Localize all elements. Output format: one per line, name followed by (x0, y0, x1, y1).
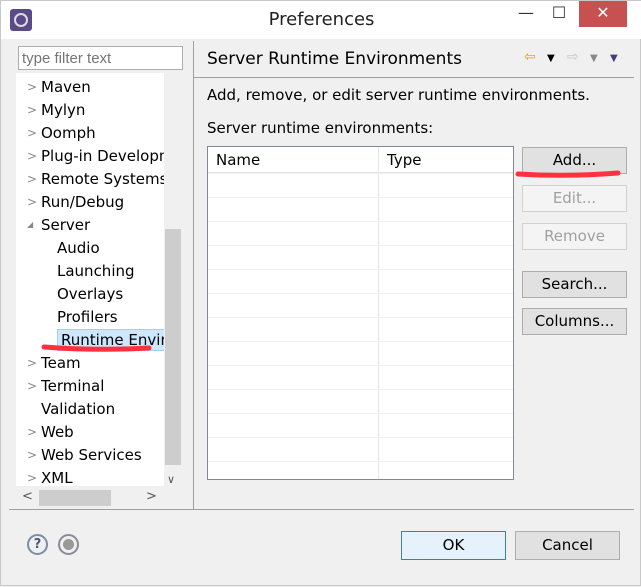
annotation-overlay (41, 170, 621, 352)
red-underline-add (515, 170, 621, 178)
red-underline-runtime (41, 344, 152, 352)
preferences-window: Preferences — ☐ ✕ >Maven>Mylyn>Oomph>Plu… (0, 0, 641, 586)
